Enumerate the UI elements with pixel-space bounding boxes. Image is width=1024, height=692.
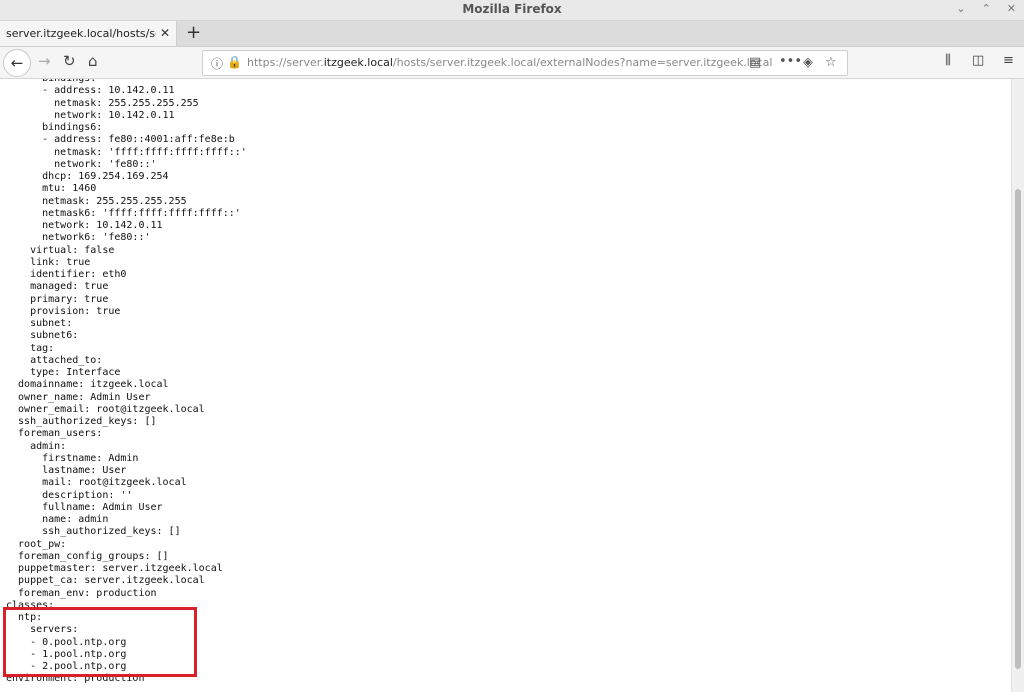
- yaml-line: network6: 'fe80::': [6, 232, 151, 244]
- tab-title: server.itzgeek.local/hosts/server.itzgee…: [6, 27, 156, 40]
- yaml-line: admin:: [6, 440, 67, 452]
- menu-icon[interactable]: ≡: [1003, 53, 1014, 68]
- tab-active[interactable]: server.itzgeek.local/hosts/server.itzgee…: [0, 21, 177, 46]
- yaml-line: foreman_env: production: [6, 587, 157, 599]
- yaml-line: bindings6:: [6, 122, 103, 133]
- yaml-line: - address: fe80::4001:aff:fe8e:b: [6, 134, 235, 146]
- url-suffix: /hosts/server.itzgeek.local/externalNode…: [392, 56, 773, 69]
- yaml-line: netmask: 'ffff:ffff:ffff:ffff::': [6, 146, 247, 158]
- highlight-box: [3, 607, 197, 677]
- back-button[interactable]: ←: [3, 49, 31, 77]
- minimize-icon[interactable]: ⌄: [956, 2, 965, 15]
- window-controls: ⌄ ⌃ ✕: [956, 2, 1016, 15]
- yaml-line: identifier: eth0: [6, 269, 127, 280]
- yaml-line: foreman_users:: [6, 428, 103, 440]
- yaml-line: root_pw:: [6, 538, 67, 550]
- page-content: bindings: - address: 10.142.0.11 netmask…: [0, 79, 1012, 692]
- yaml-line: foreman_config_groups: []: [6, 550, 169, 562]
- yaml-line: virtual: false: [6, 244, 115, 256]
- yaml-line: type: Interface: [6, 367, 121, 378]
- home-button[interactable]: ⌂: [88, 52, 98, 70]
- window-titlebar: Mozilla Firefox ⌄ ⌃ ✕: [0, 0, 1024, 21]
- library-icon[interactable]: ⫼: [945, 53, 951, 68]
- yaml-line: bindings:: [6, 79, 96, 84]
- window-title: Mozilla Firefox: [462, 2, 562, 16]
- yaml-line: mtu: 1460: [6, 183, 97, 195]
- yaml-line: netmask6: 'ffff:ffff:ffff:ffff::': [6, 207, 241, 219]
- yaml-line: puppet_ca: server.itzgeek.local: [6, 575, 205, 587]
- url-prefix: https://server.: [247, 56, 324, 69]
- forward-button[interactable]: →: [38, 52, 51, 70]
- navigation-toolbar: ← → ↻ ⌂ ⓘ 🔒 https://server.itzgeek.local…: [0, 47, 1024, 79]
- yaml-line: subnet6:: [6, 330, 79, 342]
- yaml-line: link: true: [6, 256, 91, 268]
- url-text[interactable]: https://server.itzgeek.local/hosts/serve…: [247, 56, 772, 69]
- yaml-line: mail: root@itzgeek.local: [6, 477, 187, 489]
- yaml-line: lastname: User: [6, 465, 127, 476]
- url-bar[interactable]: ⓘ 🔒 https://server.itzgeek.local/hosts/s…: [202, 50, 848, 76]
- yaml-line: provision: true: [6, 305, 121, 317]
- tab-close-icon[interactable]: ✕: [160, 26, 170, 40]
- yaml-line: owner_email: root@itzgeek.local: [6, 403, 205, 415]
- yaml-line: description: '': [6, 489, 133, 501]
- yaml-line: managed: true: [6, 281, 109, 293]
- yaml-output: bindings: - address: 10.142.0.11 netmask…: [6, 79, 247, 686]
- yaml-line: firstname: Admin: [6, 452, 139, 464]
- maximize-icon[interactable]: ⌃: [982, 2, 991, 15]
- yaml-line: tag:: [6, 342, 55, 354]
- yaml-line: network: 10.142.0.11: [6, 109, 175, 121]
- yaml-line: owner_name: Admin User: [6, 391, 151, 403]
- back-arrow-icon: ←: [10, 54, 24, 72]
- pocket-icon[interactable]: ◈: [803, 55, 813, 70]
- yaml-line: fullname: Admin User: [6, 501, 163, 513]
- yaml-line: network: 'fe80::': [6, 158, 157, 170]
- scrollbar-thumb[interactable]: [1015, 189, 1021, 669]
- yaml-line: netmask: 255.255.255.255: [6, 97, 199, 109]
- reload-button[interactable]: ↻: [63, 52, 76, 70]
- tab-strip: server.itzgeek.local/hosts/server.itzgee…: [0, 21, 1024, 47]
- lock-warning-icon[interactable]: 🔒: [227, 55, 242, 69]
- bookmark-star-icon[interactable]: ☆: [825, 55, 837, 70]
- new-tab-icon[interactable]: +: [186, 22, 201, 43]
- vertical-scrollbar[interactable]: [1011, 79, 1024, 692]
- yaml-line: netmask: 255.255.255.255: [6, 195, 187, 207]
- yaml-line: subnet:: [6, 318, 73, 329]
- yaml-line: puppetmaster: server.itzgeek.local: [6, 563, 223, 574]
- yaml-line: dhcp: 169.254.169.254: [6, 171, 169, 182]
- close-window-icon[interactable]: ✕: [1007, 2, 1016, 15]
- page-actions-icon[interactable]: •••: [779, 54, 802, 69]
- yaml-line: ssh_authorized_keys: []: [6, 526, 181, 538]
- yaml-line: name: admin: [6, 514, 109, 525]
- sidebar-icon[interactable]: ◫: [972, 53, 984, 68]
- yaml-line: - address: 10.142.0.11: [6, 85, 175, 97]
- yaml-line: network: 10.142.0.11: [6, 220, 163, 231]
- yaml-line: ssh_authorized_keys: []: [6, 416, 157, 427]
- info-icon[interactable]: ⓘ: [211, 55, 223, 72]
- yaml-line: attached_to:: [6, 354, 103, 366]
- url-host: itzgeek.local: [323, 56, 393, 69]
- yaml-line: domainname: itzgeek.local: [6, 379, 169, 391]
- yaml-line: primary: true: [6, 293, 109, 305]
- reader-view-icon[interactable]: ▤: [749, 55, 761, 70]
